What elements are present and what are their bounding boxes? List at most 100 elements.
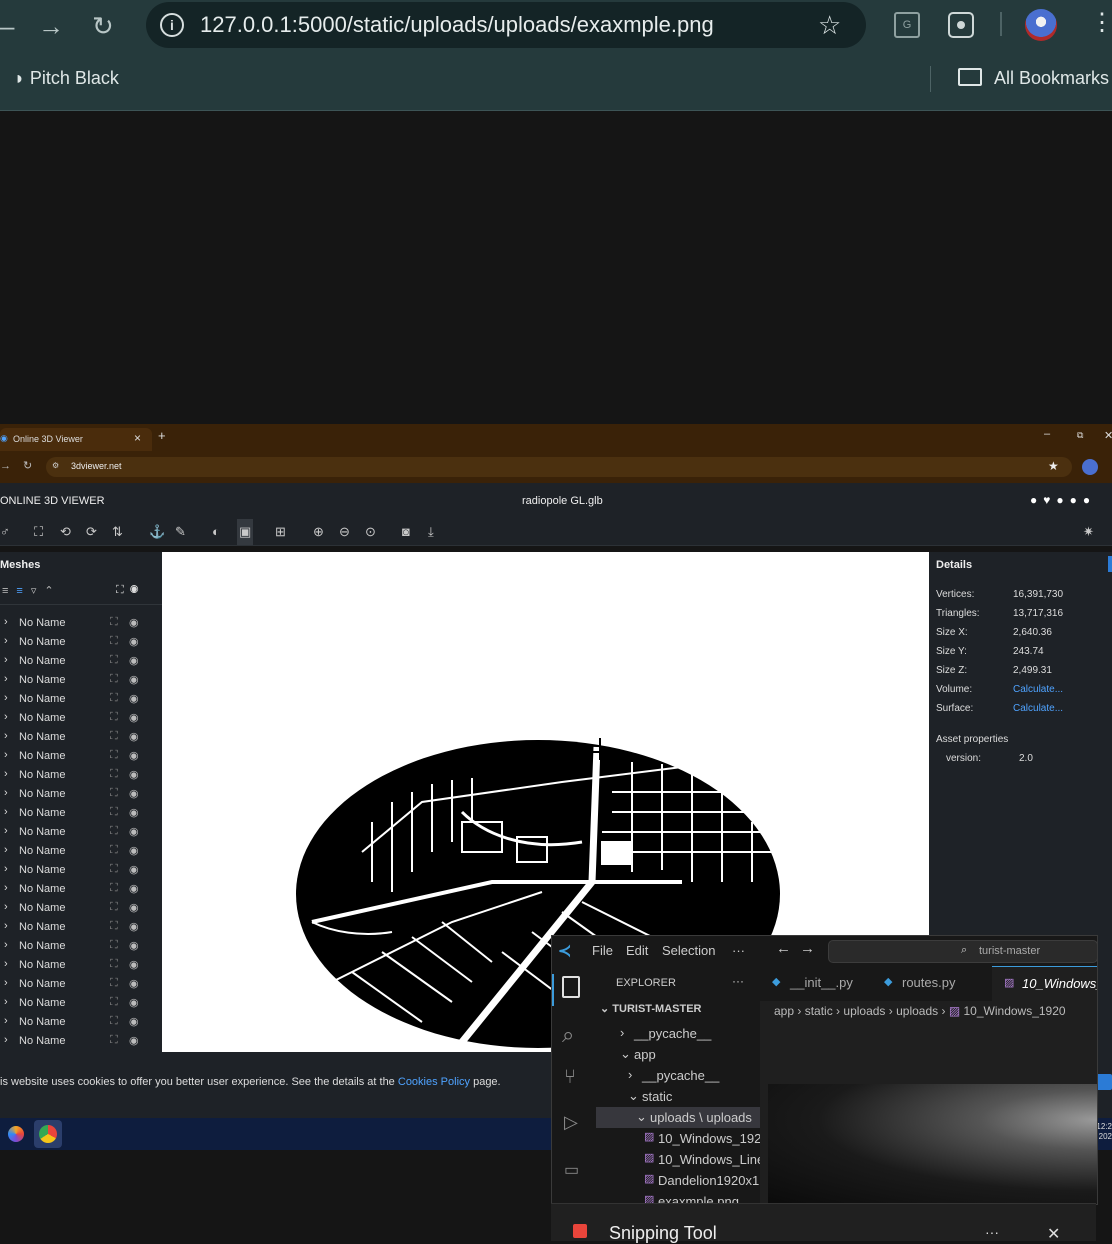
eye-icon[interactable]: ◉ xyxy=(129,958,139,971)
fit-mesh-icon[interactable]: ⛶ xyxy=(110,654,118,667)
eye-icon[interactable]: ◉ xyxy=(129,654,139,667)
editor-tab[interactable]: ▨ 10_Windows_ xyxy=(992,966,1097,1002)
star-icon[interactable]: ☆ xyxy=(818,10,841,41)
chevron-right-icon[interactable]: › xyxy=(4,901,8,913)
lens-icon[interactable] xyxy=(948,12,974,38)
mesh-row[interactable]: › No Name ⛶ ◉ xyxy=(0,937,162,956)
eye-icon[interactable]: ◉ xyxy=(129,1034,139,1047)
all-bookmarks-button[interactable]: All Bookmarks xyxy=(958,68,1109,89)
snipping-more-icon[interactable]: ··· xyxy=(985,1224,999,1240)
editor-tab[interactable]: ◆ routes.py xyxy=(872,966,993,1001)
tree-folder[interactable]: › __pycache__ xyxy=(596,1023,760,1044)
eye-icon[interactable]: ◉ xyxy=(129,939,139,952)
menu-kebab-icon[interactable]: ⋮ xyxy=(1090,8,1112,38)
calculate-link[interactable]: Calculate... xyxy=(1013,703,1063,714)
eye-icon[interactable]: ◉ xyxy=(129,806,139,819)
cookie-policy-link[interactable]: Cookies Policy xyxy=(398,1076,470,1088)
mesh-row[interactable]: › No Name ⛶ ◉ xyxy=(0,842,162,861)
chevron-right-icon[interactable]: › xyxy=(4,711,8,723)
inner-address-url[interactable]: 3dviewer.net xyxy=(71,461,122,471)
eye-icon[interactable]: ◉ xyxy=(129,901,139,914)
fit-mesh-icon[interactable]: ⛶ xyxy=(110,635,118,648)
inner-forward-icon[interactable]: → xyxy=(0,460,11,472)
mesh-row[interactable]: › No Name ⛶ ◉ xyxy=(0,1032,162,1051)
restore-icon[interactable]: ⧉ xyxy=(1077,430,1083,441)
export-icon[interactable]: ⤓ xyxy=(428,519,434,545)
eye-icon[interactable]: ◉ xyxy=(129,863,139,876)
remote-explorer-icon[interactable]: ▭ xyxy=(564,1160,579,1180)
address-bar[interactable]: i 127.0.0.1:5000/static/uploads/uploads/… xyxy=(146,2,866,48)
chevron-right-icon[interactable]: › xyxy=(4,920,8,932)
mesh-row[interactable]: › No Name ⛶ ◉ xyxy=(0,633,162,652)
eye-icon[interactable]: ◉ xyxy=(129,635,139,648)
inner-star-icon[interactable]: ★ xyxy=(1048,459,1059,473)
rotate-left-icon[interactable]: ⟲ xyxy=(60,519,71,545)
chevron-right-icon[interactable]: › xyxy=(4,787,8,799)
viewer-app-title[interactable]: ONLINE 3D VIEWER xyxy=(0,495,105,507)
chevron-right-icon[interactable]: › xyxy=(4,635,8,647)
chevron-right-icon[interactable]: › xyxy=(4,692,8,704)
close-window-icon[interactable]: ✕ xyxy=(1104,429,1112,442)
chevron-right-icon[interactable]: › xyxy=(4,939,8,951)
explorer-root[interactable]: ⌄ TURIST-MASTER xyxy=(600,1002,702,1015)
eye-icon[interactable]: ◉ xyxy=(129,711,139,724)
site-info-icon[interactable]: i xyxy=(160,13,184,37)
chevron-right-icon[interactable]: › xyxy=(4,882,8,894)
eye-icon[interactable]: ◉ xyxy=(129,977,139,990)
mesh-row[interactable]: › No Name ⛶ ◉ xyxy=(0,899,162,918)
tree-folder[interactable]: ⌄ uploads \ uploads xyxy=(596,1107,760,1128)
mesh-row[interactable]: › No Name ⛶ ◉ xyxy=(0,785,162,804)
fit-mesh-icon[interactable]: ⛶ xyxy=(110,730,118,743)
mesh-fit-eye-controls[interactable]: ⛶◉ xyxy=(116,584,145,597)
fit-view-icon[interactable]: ⛶ xyxy=(34,519,43,545)
breadcrumb-item[interactable]: app xyxy=(774,1004,794,1018)
mesh-row[interactable]: › No Name ⛶ ◉ xyxy=(0,728,162,747)
mesh-row[interactable]: › No Name ⛶ ◉ xyxy=(0,975,162,994)
chevron-right-icon[interactable]: › xyxy=(4,996,8,1008)
mesh-row[interactable]: › No Name ⛶ ◉ xyxy=(0,804,162,823)
mesh-row[interactable]: › No Name ⛶ ◉ xyxy=(0,994,162,1013)
chevron-right-icon[interactable]: › xyxy=(4,673,8,685)
eye-icon[interactable]: ◉ xyxy=(129,616,139,629)
fit-mesh-icon[interactable]: ⛶ xyxy=(110,977,118,990)
anchor-icon[interactable]: ⚓ xyxy=(149,519,165,545)
back-arrow-icon[interactable]: – xyxy=(0,2,14,50)
tree-folder[interactable]: ⌄ static xyxy=(596,1086,760,1107)
run-debug-icon[interactable]: ▷ xyxy=(564,1112,578,1133)
fit-mesh-icon[interactable]: ⛶ xyxy=(110,616,118,629)
eye-icon[interactable]: ◉ xyxy=(129,692,139,705)
source-control-icon[interactable]: ⑂ xyxy=(564,1066,576,1089)
explode-icon[interactable]: ⊞ xyxy=(275,519,286,545)
reload-icon[interactable]: ↻ xyxy=(92,2,114,50)
eye-icon[interactable]: ◉ xyxy=(129,1015,139,1028)
mesh-row[interactable]: › No Name ⛶ ◉ xyxy=(0,671,162,690)
rotate-right-icon[interactable]: ⟳ xyxy=(86,519,97,545)
chevron-right-icon[interactable]: › xyxy=(4,768,8,780)
inner-reload-icon[interactable]: ↻ xyxy=(23,459,32,472)
eye-icon[interactable]: ◉ xyxy=(129,749,139,762)
flip-icon[interactable]: ⇅ xyxy=(112,519,123,545)
breadcrumb-item[interactable]: uploads xyxy=(843,1004,885,1018)
menu-selection[interactable]: Selection xyxy=(662,943,715,958)
chevron-right-icon[interactable]: › xyxy=(4,825,8,837)
fit-mesh-icon[interactable]: ⛶ xyxy=(110,1015,118,1028)
zoom-fit-icon[interactable]: ⊙ xyxy=(365,519,376,545)
tree-file[interactable]: ▨10_Windows_192... xyxy=(596,1128,760,1149)
nav-forward-icon[interactable]: → xyxy=(800,940,815,957)
eye-icon[interactable]: ◉ xyxy=(129,920,139,933)
chevron-right-icon[interactable]: › xyxy=(4,1015,8,1027)
fit-mesh-icon[interactable]: ⛶ xyxy=(110,806,118,819)
fit-mesh-icon[interactable]: ⛶ xyxy=(110,787,118,800)
fit-mesh-icon[interactable]: ⛶ xyxy=(110,863,118,876)
zoom-in-icon[interactable]: ⊕ xyxy=(313,519,324,545)
tree-folder[interactable]: ⌄ app xyxy=(596,1044,760,1065)
fit-mesh-icon[interactable]: ⛶ xyxy=(110,844,118,857)
tree-folder[interactable]: › __pycache__ xyxy=(596,1065,760,1086)
menu-more[interactable]: ··· xyxy=(732,943,745,958)
measure-icon[interactable]: ✎ xyxy=(175,519,186,545)
tree-file[interactable]: ▨ Dandelion1920x1... xyxy=(596,1170,760,1191)
eye-icon[interactable]: ◉ xyxy=(129,996,139,1009)
fit-mesh-icon[interactable]: ⛶ xyxy=(110,939,118,952)
chevron-right-icon[interactable]: › xyxy=(4,844,8,856)
mesh-row[interactable]: › No Name ⛶ ◉ xyxy=(0,918,162,937)
